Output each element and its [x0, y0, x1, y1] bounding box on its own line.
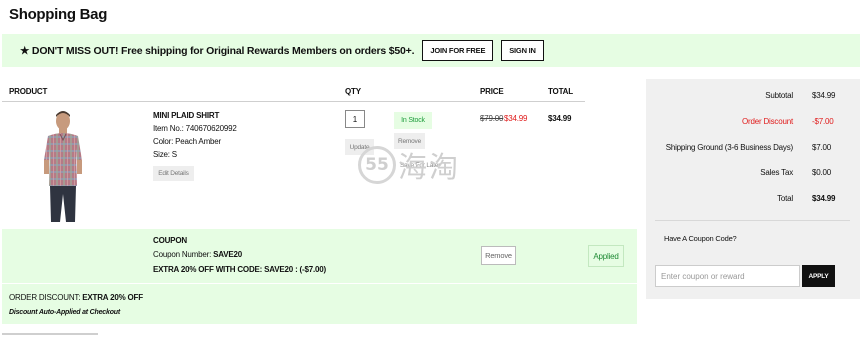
product-color: Color: Peach Amber — [153, 137, 221, 146]
sales-tax-label: Sales Tax — [760, 168, 793, 177]
apply-coupon-button[interactable]: APPLY — [802, 265, 835, 287]
watermark-circle: 55 — [358, 146, 396, 184]
order-discount-summary-label: Order Discount — [742, 117, 793, 126]
stock-status-badge: In Stock — [394, 112, 432, 129]
coupon-extra-discount: EXTRA 20% OFF WITH CODE: SAVE20 : (-$7.0… — [153, 265, 326, 274]
sales-tax-value: $0.00 — [812, 168, 832, 177]
summary-divider — [655, 220, 850, 221]
total-value: $34.99 — [812, 194, 836, 203]
line-total: $34.99 — [548, 114, 572, 123]
shipping-label: Shipping Ground (3-6 Business Days) — [665, 143, 793, 152]
original-price: $79.00 — [480, 114, 504, 123]
subtotal-value: $34.99 — [812, 91, 836, 100]
coupon-title: COUPON — [153, 236, 187, 245]
promo-text: ★ DON'T MISS OUT! Free shipping for Orig… — [20, 44, 415, 57]
order-discount-summary-value: -$7.00 — [812, 117, 834, 126]
subtotal-label: Subtotal — [765, 91, 793, 100]
promo-banner: ★ DON'T MISS OUT! Free shipping for Orig… — [2, 34, 860, 67]
remove-coupon-button[interactable]: Remove — [481, 246, 516, 265]
product-image[interactable] — [35, 108, 91, 223]
product-item-number: Item No.: 740670620992 — [153, 124, 237, 133]
coupon-applied-badge: Applied — [588, 245, 624, 267]
sale-price: $34.99 — [504, 114, 528, 123]
quantity-input[interactable]: 1 — [345, 110, 365, 128]
order-discount-row — [2, 284, 637, 324]
sign-in-button[interactable]: SIGN IN — [501, 40, 544, 61]
bottom-divider — [2, 333, 98, 335]
header-divider — [2, 101, 585, 102]
edit-details-button[interactable]: Edit Details — [153, 166, 194, 181]
header-qty: QTY — [345, 87, 361, 96]
join-for-free-button[interactable]: JOIN FOR FREE — [422, 40, 494, 61]
coupon-row — [2, 229, 637, 283]
header-price: PRICE — [480, 87, 504, 96]
page-title: Shopping Bag — [9, 6, 108, 23]
coupon-code-input[interactable] — [655, 265, 800, 287]
coupon-number: Coupon Number: SAVE20 — [153, 250, 242, 259]
order-discount-value: EXTRA 20% OFF — [82, 293, 143, 302]
total-label: Total — [777, 194, 793, 203]
order-discount: ORDER DISCOUNT: EXTRA 20% OFF — [9, 293, 143, 302]
watermark-text: 海淘 — [398, 150, 461, 184]
header-product: PRODUCT — [9, 87, 48, 96]
product-size: Size: S — [153, 150, 177, 159]
order-discount-note: Discount Auto-Applied at Checkout — [9, 309, 120, 316]
shipping-value: $7.00 — [812, 143, 832, 152]
coupon-question: Have A Coupon Code? — [664, 234, 737, 243]
watermark-logo: 55 海淘 — [358, 144, 460, 186]
coupon-number-value: SAVE20 — [213, 250, 243, 259]
product-name[interactable]: MINI PLAID SHIRT — [153, 111, 219, 120]
coupon-number-label: Coupon Number: — [153, 250, 214, 259]
order-discount-label: ORDER DISCOUNT: — [9, 293, 83, 302]
header-total: TOTAL — [548, 87, 573, 96]
